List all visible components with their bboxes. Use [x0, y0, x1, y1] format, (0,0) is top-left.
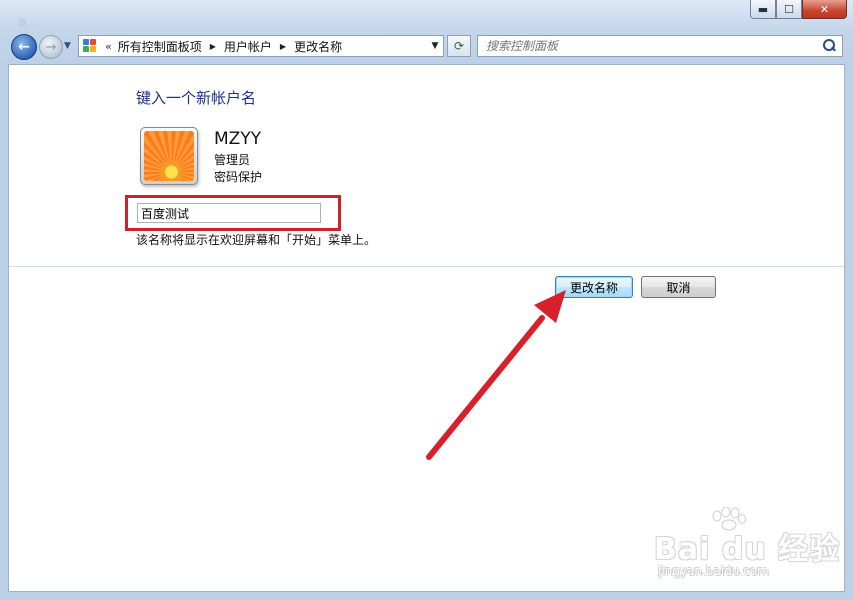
watermark-url: jingyan.baidu.com — [658, 564, 769, 578]
control-panel-window: 器... ▬ ☐ ✕ ← → ▼ « 所有控制面板项 ▶ 用户帐户 ▶ 更改名称… — [0, 0, 853, 600]
baidu-jingyan-watermark: Bai du 经验 — [654, 532, 841, 567]
